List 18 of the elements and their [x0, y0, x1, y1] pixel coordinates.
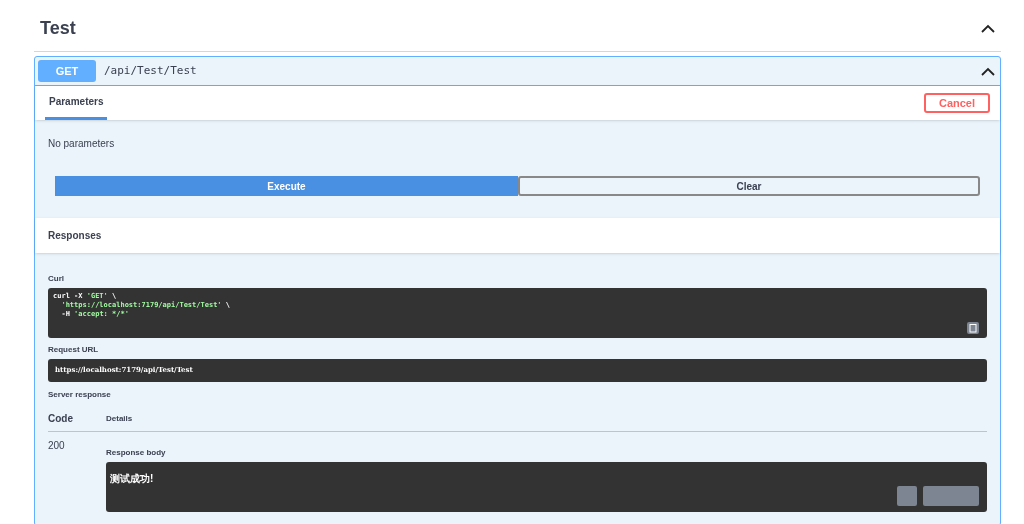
response-code: 200 [48, 439, 66, 453]
response-body-text: 测试成功! [110, 473, 154, 484]
parameters-tab[interactable]: Parameters [45, 94, 108, 120]
method-badge: GET [38, 60, 96, 82]
collapse-icon[interactable] [981, 66, 995, 76]
collapse-icon[interactable] [981, 24, 995, 33]
request-url-label: Request URL [48, 344, 100, 356]
curl-label: Curl [48, 273, 65, 285]
endpoint-path: /api/Test/Test [104, 62, 197, 79]
no-parameters-text: No parameters [48, 138, 115, 149]
responses-title: Responses [48, 229, 102, 243]
clear-button[interactable]: Clear [518, 176, 980, 196]
section-header[interactable]: Test [34, 0, 1001, 52]
response-body-label: Response body [106, 447, 167, 459]
server-response-label: Server response [48, 389, 112, 401]
column-header: Code [48, 412, 74, 426]
section-title: Test [40, 17, 76, 40]
column-header: Details [106, 412, 133, 425]
